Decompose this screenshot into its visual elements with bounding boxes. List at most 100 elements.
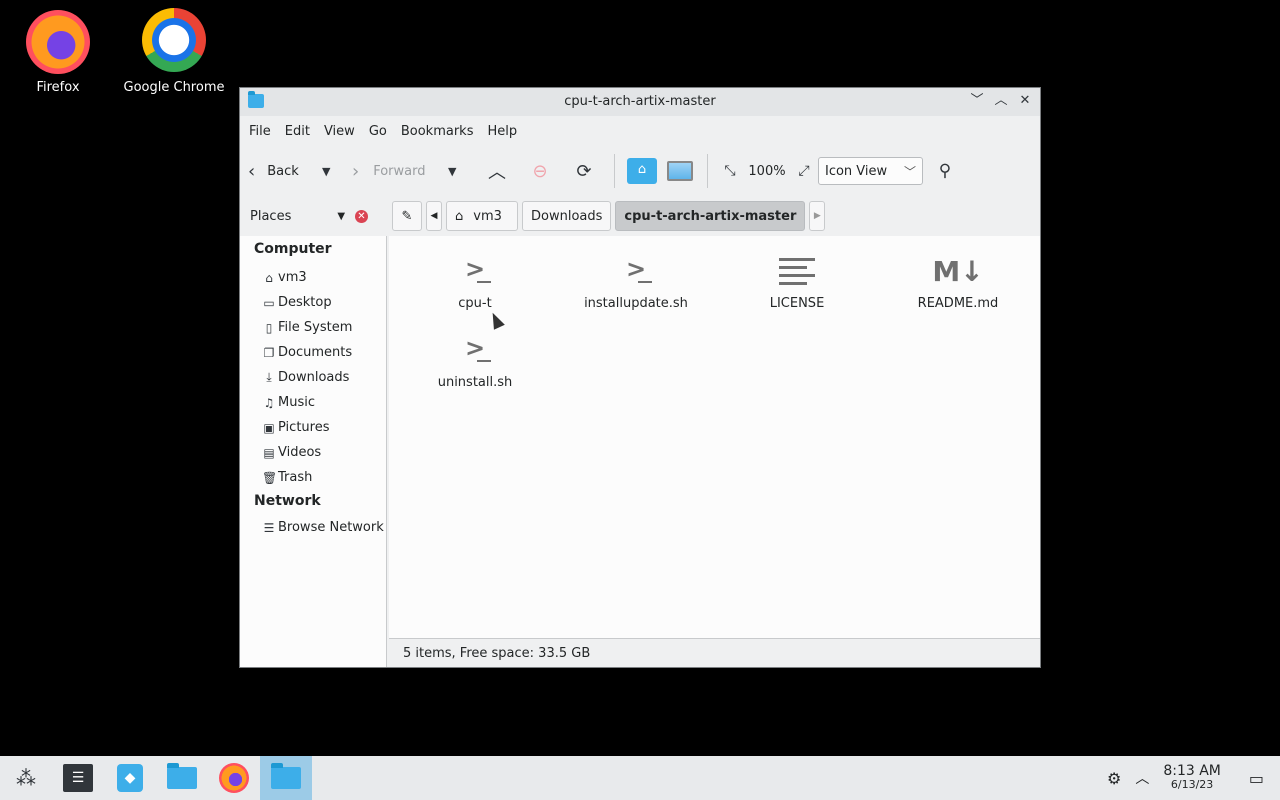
- network-status-icon[interactable]: ⚙: [1107, 769, 1121, 788]
- app-launcher-button[interactable]: ⁂: [0, 756, 52, 800]
- desktop-icon: ▭: [263, 295, 275, 310]
- taskbar: ⁂ ☰ ◆ ⚙ ︿ 8:13 AM 6/13/23 ▭: [0, 756, 1280, 800]
- clock-date: 6/13/23: [1170, 778, 1214, 791]
- breadcrumb-scroll-right[interactable]: ▶: [809, 201, 826, 231]
- file-manager-window: cpu-t-arch-artix-master ﹀ ︿ ✕ File Edit …: [240, 88, 1040, 667]
- back-label: Back: [267, 163, 299, 179]
- settings-icon: ☰: [63, 764, 93, 792]
- clock[interactable]: 8:13 AM 6/13/23: [1163, 764, 1221, 792]
- menu-help[interactable]: Help: [482, 124, 522, 139]
- caret-down-icon: ▼: [448, 164, 457, 178]
- breadcrumb-scroll-left[interactable]: ◀: [426, 201, 442, 231]
- maximize-button[interactable]: ︿: [992, 92, 1010, 110]
- file-item-installupdate[interactable]: > installupdate.sh: [561, 246, 711, 311]
- breadcrumb-current[interactable]: cpu-t-arch-artix-master: [615, 201, 806, 231]
- breadcrumb-label: vm3: [473, 208, 502, 224]
- minimize-button[interactable]: ﹀: [968, 92, 986, 110]
- markdown-icon: M↓: [932, 254, 984, 288]
- menu-file[interactable]: File: [244, 124, 276, 139]
- videos-icon: ▤: [263, 445, 275, 460]
- network-icon: ☰: [263, 520, 275, 535]
- breadcrumb-vm3[interactable]: ⌂ vm3: [446, 201, 518, 231]
- edit-location-button[interactable]: ✎: [392, 201, 422, 231]
- sidebar-item-music[interactable]: ♫ Music: [240, 390, 386, 415]
- sidebar-item-trash[interactable]: 🗑 Trash: [240, 465, 386, 490]
- task-settings[interactable]: ☰: [52, 756, 104, 800]
- menu-view[interactable]: View: [319, 124, 360, 139]
- desktop-icon-firefox[interactable]: Firefox: [3, 10, 113, 95]
- sidebar-item-documents[interactable]: ❐ Documents: [240, 340, 386, 365]
- view-mode-select[interactable]: Icon View ﹀: [818, 157, 923, 185]
- status-bar: 5 items, Free space: 33.5 GB: [389, 638, 1040, 667]
- file-item-uninstall[interactable]: > uninstall.sh: [400, 325, 550, 390]
- back-button[interactable]: ‹ Back: [248, 156, 322, 186]
- file-name: README.md: [917, 296, 999, 311]
- file-item-license[interactable]: LICENSE: [722, 246, 872, 311]
- sidebar-item-vm3[interactable]: ⌂ vm3: [240, 265, 386, 290]
- reload-icon: ⟳: [576, 160, 592, 182]
- home-folder-icon: [627, 158, 657, 184]
- up-button[interactable]: ︿: [476, 156, 518, 186]
- computer-button[interactable]: [661, 156, 699, 186]
- stop-button[interactable]: ⊖: [518, 156, 562, 186]
- tray-expand-icon[interactable]: ︿: [1135, 768, 1149, 788]
- sidebar-item-videos[interactable]: ▤ Videos: [240, 440, 386, 465]
- home-icon: ⌂: [265, 270, 273, 285]
- sidebar-item-label: Browse Network: [278, 520, 384, 535]
- menu-bookmarks[interactable]: Bookmarks: [396, 124, 479, 139]
- toolbar: ‹ Back ▼ › Forward ▼ ︿ ⊖ ⟳ ⤡: [240, 146, 1040, 196]
- text-file-icon: [779, 253, 815, 290]
- menu-edit[interactable]: Edit: [280, 124, 315, 139]
- caret-left-icon: ◀: [430, 211, 438, 221]
- desktop-icon-label: Firefox: [36, 80, 80, 95]
- forward-button[interactable]: › Forward: [352, 156, 448, 186]
- places-header: Places ▼ ✕: [240, 209, 378, 224]
- sidebar-item-label: Desktop: [278, 295, 332, 310]
- search-button[interactable]: ⚲: [923, 156, 967, 186]
- breadcrumb-label: Downloads: [531, 208, 603, 224]
- sidebar-item-label: Downloads: [278, 370, 350, 385]
- task-firefox[interactable]: [208, 756, 260, 800]
- file-view[interactable]: > cpu-t > installupdate.sh LICENSE M↓ RE…: [389, 236, 1040, 639]
- forward-label: Forward: [373, 163, 426, 179]
- sidebar-item-browse-network[interactable]: ☰ Browse Network: [240, 515, 386, 540]
- documents-icon: ❐: [263, 345, 275, 360]
- file-name: LICENSE: [769, 296, 825, 311]
- show-desktop-icon[interactable]: ▭: [1249, 769, 1264, 788]
- sidebar-item-label: File System: [278, 320, 353, 335]
- sidebar-item-label: Documents: [278, 345, 353, 360]
- file-item-readme[interactable]: M↓ README.md: [883, 246, 1033, 312]
- caret-right-icon: ▶: [813, 211, 821, 221]
- breadcrumb-downloads[interactable]: Downloads: [522, 201, 612, 231]
- menu-go[interactable]: Go: [364, 124, 392, 139]
- chevron-right-icon: ›: [352, 160, 360, 182]
- sidebar-item-downloads[interactable]: ⤓ Downloads: [240, 365, 386, 390]
- sidebar-item-label: Trash: [278, 470, 313, 485]
- task-file-manager-active[interactable]: [260, 756, 312, 800]
- firefox-icon: [26, 10, 90, 74]
- task-discover[interactable]: ◆: [104, 756, 156, 800]
- task-file-manager[interactable]: [156, 756, 208, 800]
- zoom-in-icon: ⤢: [798, 163, 810, 179]
- content-area: Computer ⌂ vm3 ▭ Desktop ▯ File System ❐…: [240, 236, 1040, 667]
- file-item-cpu-t[interactable]: > cpu-t: [400, 246, 550, 311]
- home-folder-button[interactable]: [623, 156, 661, 186]
- back-history-dropdown[interactable]: ▼: [322, 156, 348, 186]
- sidebar-item-desktop[interactable]: ▭ Desktop: [240, 290, 386, 315]
- title-bar[interactable]: cpu-t-arch-artix-master ﹀ ︿ ✕: [240, 88, 1040, 116]
- clock-time: 8:13 AM: [1163, 763, 1221, 779]
- zoom-in-button[interactable]: ⤢: [790, 156, 818, 186]
- zoom-out-button[interactable]: ⤡: [716, 156, 744, 186]
- sidebar-item-file-system[interactable]: ▯ File System: [240, 315, 386, 340]
- desktop-icon-chrome[interactable]: Google Chrome: [119, 8, 229, 95]
- forward-history-dropdown[interactable]: ▼: [448, 156, 476, 186]
- zoom-level: 100%: [744, 156, 790, 186]
- close-button[interactable]: ✕: [1016, 92, 1034, 110]
- drive-icon: ▯: [265, 320, 273, 335]
- trash-icon: 🗑: [262, 470, 278, 485]
- reload-button[interactable]: ⟳: [562, 156, 606, 186]
- terminal-script-icon: >: [455, 251, 495, 291]
- places-dropdown-icon[interactable]: ▼: [337, 211, 345, 222]
- close-places-icon[interactable]: ✕: [354, 209, 368, 223]
- sidebar-item-pictures[interactable]: ▣ Pictures: [240, 415, 386, 440]
